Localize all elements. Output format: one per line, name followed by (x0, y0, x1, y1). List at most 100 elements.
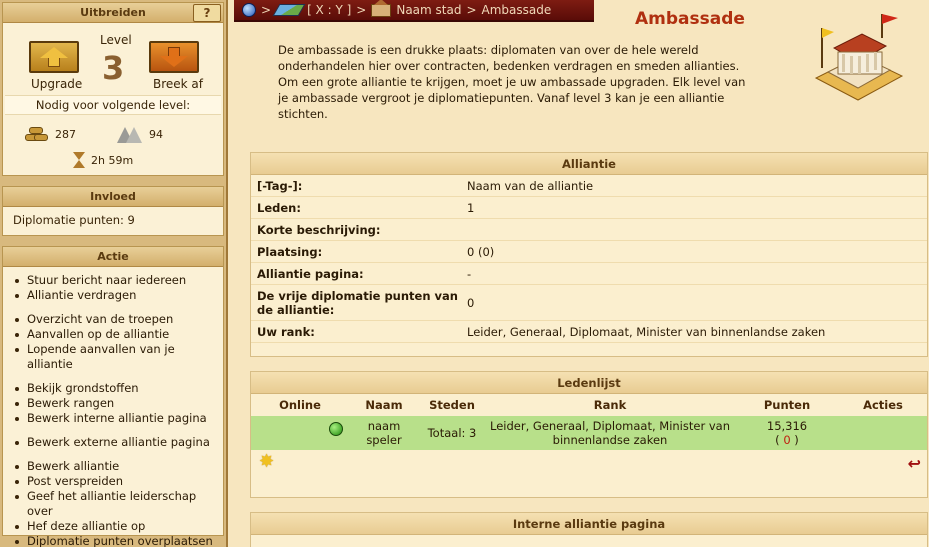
alliance-key: Alliantie pagina: (257, 266, 364, 281)
sidebar: Uitbreiden ? Level 3 Upgrade Breek af No… (0, 0, 228, 547)
upgrade-button[interactable] (29, 41, 79, 73)
build-time-value: 2h 59m (91, 153, 134, 167)
stone-cost-value: 94 (149, 127, 163, 141)
action-dissolve-alliance[interactable]: Hef deze alliantie op (15, 519, 223, 534)
members-footer: ✸ ↩ (251, 450, 927, 476)
island-map-icon[interactable] (272, 4, 306, 16)
action-box: Actie Stuur bericht naar iedereen Allian… (2, 246, 224, 547)
member-points-change: ( 0 ) (775, 433, 799, 447)
upgrade-box: Uitbreiden ? Level 3 Upgrade Breek af No… (2, 2, 224, 176)
col-name: Naam (365, 398, 403, 412)
arrow-down-icon (160, 47, 188, 67)
online-cell (251, 416, 349, 450)
intro-text: De ambassade is een drukke plaats: diplo… (278, 43, 746, 121)
page-title: Ambassade (635, 9, 745, 29)
alliance-key: Uw rank: (257, 324, 315, 339)
alliance-value: 1 (467, 200, 475, 215)
alliance-value: Leider, Generaal, Diplomaat, Minister va… (467, 324, 826, 339)
star-icon[interactable]: ✸ (259, 453, 275, 471)
action-spread-post[interactable]: Post verspreiden (15, 474, 223, 489)
stone-cost: 94 (117, 125, 163, 143)
action-transfer-leadership[interactable]: Geef het alliantie leiderschap over (15, 489, 223, 519)
arrow-up-icon (40, 47, 68, 67)
member-towns: Totaal: 3 (427, 426, 477, 440)
upgrade-box-header: Uitbreiden ? (3, 3, 223, 23)
diplomacy-points: Diplomatie punten: 9 (13, 213, 135, 227)
breadcrumb-building: Ambassade (481, 3, 552, 17)
action-transfer-diplomacy-points[interactable]: Diplomatie punten overplaatsen (15, 534, 223, 547)
breadcrumb-city[interactable]: Naam stad (396, 3, 461, 17)
action-send-message-all[interactable]: Stuur bericht naar iedereen (15, 273, 223, 288)
build-time: 2h 59m (73, 151, 133, 169)
action-ongoing-attacks[interactable]: Lopende aanvallen van je alliantie (15, 342, 223, 372)
action-edit-internal-page[interactable]: Bewerk interne alliantie pagina (15, 411, 223, 426)
alliance-row-members: Leden: 1 (251, 197, 927, 219)
action-troop-overview[interactable]: Overzicht van de troepen (15, 312, 223, 327)
members-panel: Ledenlijst Online Naam Steden Rank Punte… (250, 371, 928, 498)
stone-icon (117, 125, 143, 143)
level-value: 3 (102, 49, 125, 87)
main-content: Ambassade De ambassade is een drukke pla… (230, 0, 929, 547)
breadcrumb-separator: > (356, 3, 367, 17)
members-table-header: Online Naam Steden Rank Punten Acties (251, 394, 927, 416)
leave-alliance-icon[interactable]: ↩ (908, 454, 921, 473)
member-rank: Leider, Generaal, Diplomaat, Minister va… (490, 419, 730, 447)
alliance-value: - (467, 266, 472, 281)
col-points: Punten (763, 398, 811, 412)
upgrade-box-title: Uitbreiden (80, 6, 146, 19)
member-points-value: 15,316 (766, 419, 808, 433)
alliance-panel-title: Alliantie (251, 153, 927, 175)
breadcrumb-separator: > (466, 3, 477, 17)
breadcrumb-separator: > (261, 3, 272, 17)
action-edit-alliance[interactable]: Bewerk alliantie (15, 459, 223, 474)
col-towns: Steden (429, 398, 475, 412)
help-book-icon[interactable]: ? (193, 4, 221, 22)
breadcrumb: > [ X : Y ] > Naam stad > Ambassade (234, 0, 594, 22)
upgrade-label[interactable]: Upgrade (31, 77, 82, 91)
col-online: Online (279, 398, 321, 412)
alliance-key: Korte beschrijving: (257, 222, 381, 237)
action-list: Stuur bericht naar iedereen Alliantie ve… (3, 267, 223, 547)
alliance-row-ranking: Plaatsing: 0 (0) (251, 241, 927, 263)
online-status-icon (329, 422, 343, 436)
member-name[interactable]: naam speler (349, 419, 419, 447)
alliance-value: 0 (467, 295, 475, 310)
break-off-button[interactable] (149, 41, 199, 73)
break-off-label[interactable]: Breek af (153, 77, 203, 91)
needed-for-next-level: Nodig voor volgende level: (5, 95, 221, 115)
alliance-row-free-points: De vrije diplomatie punten van de allian… (251, 285, 927, 321)
alliance-key: Plaatsing: (257, 244, 323, 259)
table-row: naam speler Totaal: 3 Leider, Generaal, … (251, 416, 927, 450)
alliance-value: Naam van de alliantie (467, 178, 594, 193)
influence-box-title: Invloed (3, 187, 223, 207)
wood-cost-value: 287 (55, 127, 76, 141)
alliance-row-tag: [-Tag-]: Naam van de alliantie (251, 175, 927, 197)
alliance-key: Leden: (257, 200, 301, 215)
alliance-row-your-rank: Uw rank: Leider, Generaal, Diplomaat, Mi… (251, 321, 927, 343)
action-attacks-on-alliance[interactable]: Aanvallen op de alliantie (15, 327, 223, 342)
internal-page-title: Interne alliantie pagina (251, 513, 927, 535)
alliance-key: [-Tag-]: (257, 178, 303, 193)
breadcrumb-coords[interactable]: [ X : Y ] (307, 3, 351, 17)
influence-box: Invloed Diplomatie punten: 9 (2, 186, 224, 236)
alliance-value: 0 (0) (467, 244, 495, 259)
alliance-key: De vrije diplomatie punten van de allian… (257, 288, 458, 317)
wood-cost: 287 (25, 125, 76, 143)
embassy-building-icon (814, 14, 904, 101)
wood-icon (25, 125, 49, 143)
col-rank: Rank (593, 398, 627, 412)
action-edit-ranks[interactable]: Bewerk rangen (15, 396, 223, 411)
level-label: Level (100, 33, 132, 47)
internal-page-panel: Interne alliantie pagina (250, 512, 928, 547)
action-alliance-treaties[interactable]: Alliantie verdragen (15, 288, 223, 303)
points-change-value: 0 (783, 433, 791, 447)
alliance-panel: Alliantie [-Tag-]: Naam van de alliantie… (250, 152, 928, 357)
action-view-resources[interactable]: Bekijk grondstoffen (15, 381, 223, 396)
city-icon[interactable] (371, 0, 392, 17)
action-edit-external-page[interactable]: Bewerk externe alliantie pagina (15, 435, 223, 450)
globe-icon[interactable] (242, 3, 256, 17)
member-points: 15,316 ( 0 ) (735, 419, 839, 447)
hourglass-icon (73, 151, 85, 169)
alliance-row-page: Alliantie pagina: - (251, 263, 927, 285)
col-actions: Acties (863, 398, 903, 412)
